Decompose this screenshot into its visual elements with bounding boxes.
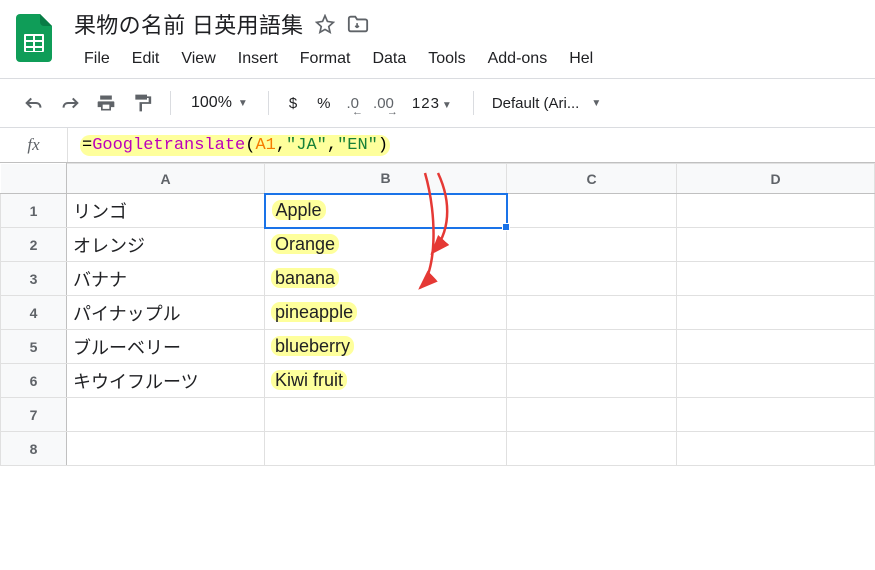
document-title[interactable]: 果物の名前 日英用語集 xyxy=(74,8,303,40)
menu-edit[interactable]: Edit xyxy=(122,46,170,72)
cell-d7[interactable] xyxy=(677,398,875,432)
cell-b6[interactable]: Kiwi fruit xyxy=(265,364,507,398)
zoom-selector[interactable]: 100% ▼ xyxy=(183,92,256,114)
app-header: 果物の名前 日英用語集 File Edit View Insert Format… xyxy=(0,0,875,72)
cell-d5[interactable] xyxy=(677,330,875,364)
undo-button[interactable] xyxy=(18,87,50,119)
toolbar: 100% ▼ $ % .0← .00→ 123▼ Default (Ari...… xyxy=(0,79,875,127)
table-row: 1 リンゴ Apple xyxy=(1,194,875,228)
column-header-b[interactable]: B xyxy=(265,164,507,194)
table-row: 5 ブルーベリー blueberry xyxy=(1,330,875,364)
font-name: Default (Ari... xyxy=(492,95,580,112)
menu-file[interactable]: File xyxy=(74,46,120,72)
spreadsheet-grid: A B C D 1 リンゴ Apple 2 オレンジ Orange 3 バナナ … xyxy=(0,163,875,466)
print-button[interactable] xyxy=(90,87,122,119)
toolbar-separator xyxy=(170,91,171,115)
row-header-5[interactable]: 5 xyxy=(1,330,67,364)
table-row: 7 xyxy=(1,398,875,432)
zoom-value: 100% xyxy=(191,94,232,112)
cell-d2[interactable] xyxy=(677,228,875,262)
row-header-1[interactable]: 1 xyxy=(1,194,67,228)
formula-input[interactable]: =Googletranslate(A1,"JA","EN") xyxy=(68,135,402,156)
cell-a4[interactable]: パイナップル xyxy=(67,296,265,330)
chevron-down-icon: ▼ xyxy=(442,100,453,111)
decrease-decimal-button[interactable]: .0← xyxy=(343,87,364,119)
cell-c8[interactable] xyxy=(507,432,677,466)
cell-c3[interactable] xyxy=(507,262,677,296)
menu-help[interactable]: Hel xyxy=(559,46,603,72)
cell-d4[interactable] xyxy=(677,296,875,330)
increase-decimal-button[interactable]: .00→ xyxy=(367,87,400,119)
redo-button[interactable] xyxy=(54,87,86,119)
menu-format[interactable]: Format xyxy=(290,46,361,72)
cell-c1[interactable] xyxy=(507,194,677,228)
cell-c5[interactable] xyxy=(507,330,677,364)
cell-a5[interactable]: ブルーベリー xyxy=(67,330,265,364)
row-header-6[interactable]: 6 xyxy=(1,364,67,398)
cell-a6[interactable]: キウイフルーツ xyxy=(67,364,265,398)
cell-b4[interactable]: pineapple xyxy=(265,296,507,330)
row-header-3[interactable]: 3 xyxy=(1,262,67,296)
row-header-4[interactable]: 4 xyxy=(1,296,67,330)
cell-d1[interactable] xyxy=(677,194,875,228)
cell-d6[interactable] xyxy=(677,364,875,398)
cell-b3[interactable]: banana xyxy=(265,262,507,296)
cell-d3[interactable] xyxy=(677,262,875,296)
toolbar-separator xyxy=(473,91,474,115)
menu-tools[interactable]: Tools xyxy=(418,46,475,72)
row-header-8[interactable]: 8 xyxy=(1,432,67,466)
fx-label[interactable]: fx xyxy=(0,128,68,162)
cell-b8[interactable] xyxy=(265,432,507,466)
table-row: 2 オレンジ Orange xyxy=(1,228,875,262)
formula-bar: fx =Googletranslate(A1,"JA","EN") xyxy=(0,127,875,163)
move-folder-icon[interactable] xyxy=(347,14,369,34)
column-header-a[interactable]: A xyxy=(67,164,265,194)
menu-addons[interactable]: Add-ons xyxy=(478,46,558,72)
table-row: 4 パイナップル pineapple xyxy=(1,296,875,330)
table-row: 8 xyxy=(1,432,875,466)
row-header-7[interactable]: 7 xyxy=(1,398,67,432)
cell-c7[interactable] xyxy=(507,398,677,432)
column-header-c[interactable]: C xyxy=(507,164,677,194)
menu-data[interactable]: Data xyxy=(362,46,416,72)
number-format-button[interactable]: 123▼ xyxy=(404,93,461,114)
column-header-d[interactable]: D xyxy=(677,164,875,194)
select-all-corner[interactable] xyxy=(1,164,67,194)
menu-view[interactable]: View xyxy=(171,46,225,72)
table-row: 3 バナナ banana xyxy=(1,262,875,296)
cell-a1[interactable]: リンゴ xyxy=(67,194,265,228)
cell-a7[interactable] xyxy=(67,398,265,432)
cell-a2[interactable]: オレンジ xyxy=(67,228,265,262)
cell-c6[interactable] xyxy=(507,364,677,398)
currency-format-button[interactable]: $ xyxy=(281,93,305,114)
cell-b5[interactable]: blueberry xyxy=(265,330,507,364)
table-row: 6 キウイフルーツ Kiwi fruit xyxy=(1,364,875,398)
title-row: 果物の名前 日英用語集 xyxy=(74,8,861,40)
star-icon[interactable] xyxy=(315,14,335,34)
cell-a8[interactable] xyxy=(67,432,265,466)
chevron-down-icon: ▼ xyxy=(238,98,248,109)
cell-c2[interactable] xyxy=(507,228,677,262)
cell-d8[interactable] xyxy=(677,432,875,466)
paint-format-button[interactable] xyxy=(126,87,158,119)
cell-b7[interactable] xyxy=(265,398,507,432)
percent-format-button[interactable]: % xyxy=(309,93,338,114)
cell-c4[interactable] xyxy=(507,296,677,330)
sheets-logo xyxy=(14,12,54,64)
chevron-down-icon: ▼ xyxy=(591,98,601,109)
font-selector[interactable]: Default (Ari... ▼ xyxy=(486,93,607,114)
cell-b2[interactable]: Orange xyxy=(265,228,507,262)
toolbar-separator xyxy=(268,91,269,115)
menu-insert[interactable]: Insert xyxy=(228,46,288,72)
row-header-2[interactable]: 2 xyxy=(1,228,67,262)
title-area: 果物の名前 日英用語集 File Edit View Insert Format… xyxy=(74,8,861,72)
menu-bar: File Edit View Insert Format Data Tools … xyxy=(74,46,861,72)
cell-b1[interactable]: Apple xyxy=(265,194,507,228)
cell-a3[interactable]: バナナ xyxy=(67,262,265,296)
